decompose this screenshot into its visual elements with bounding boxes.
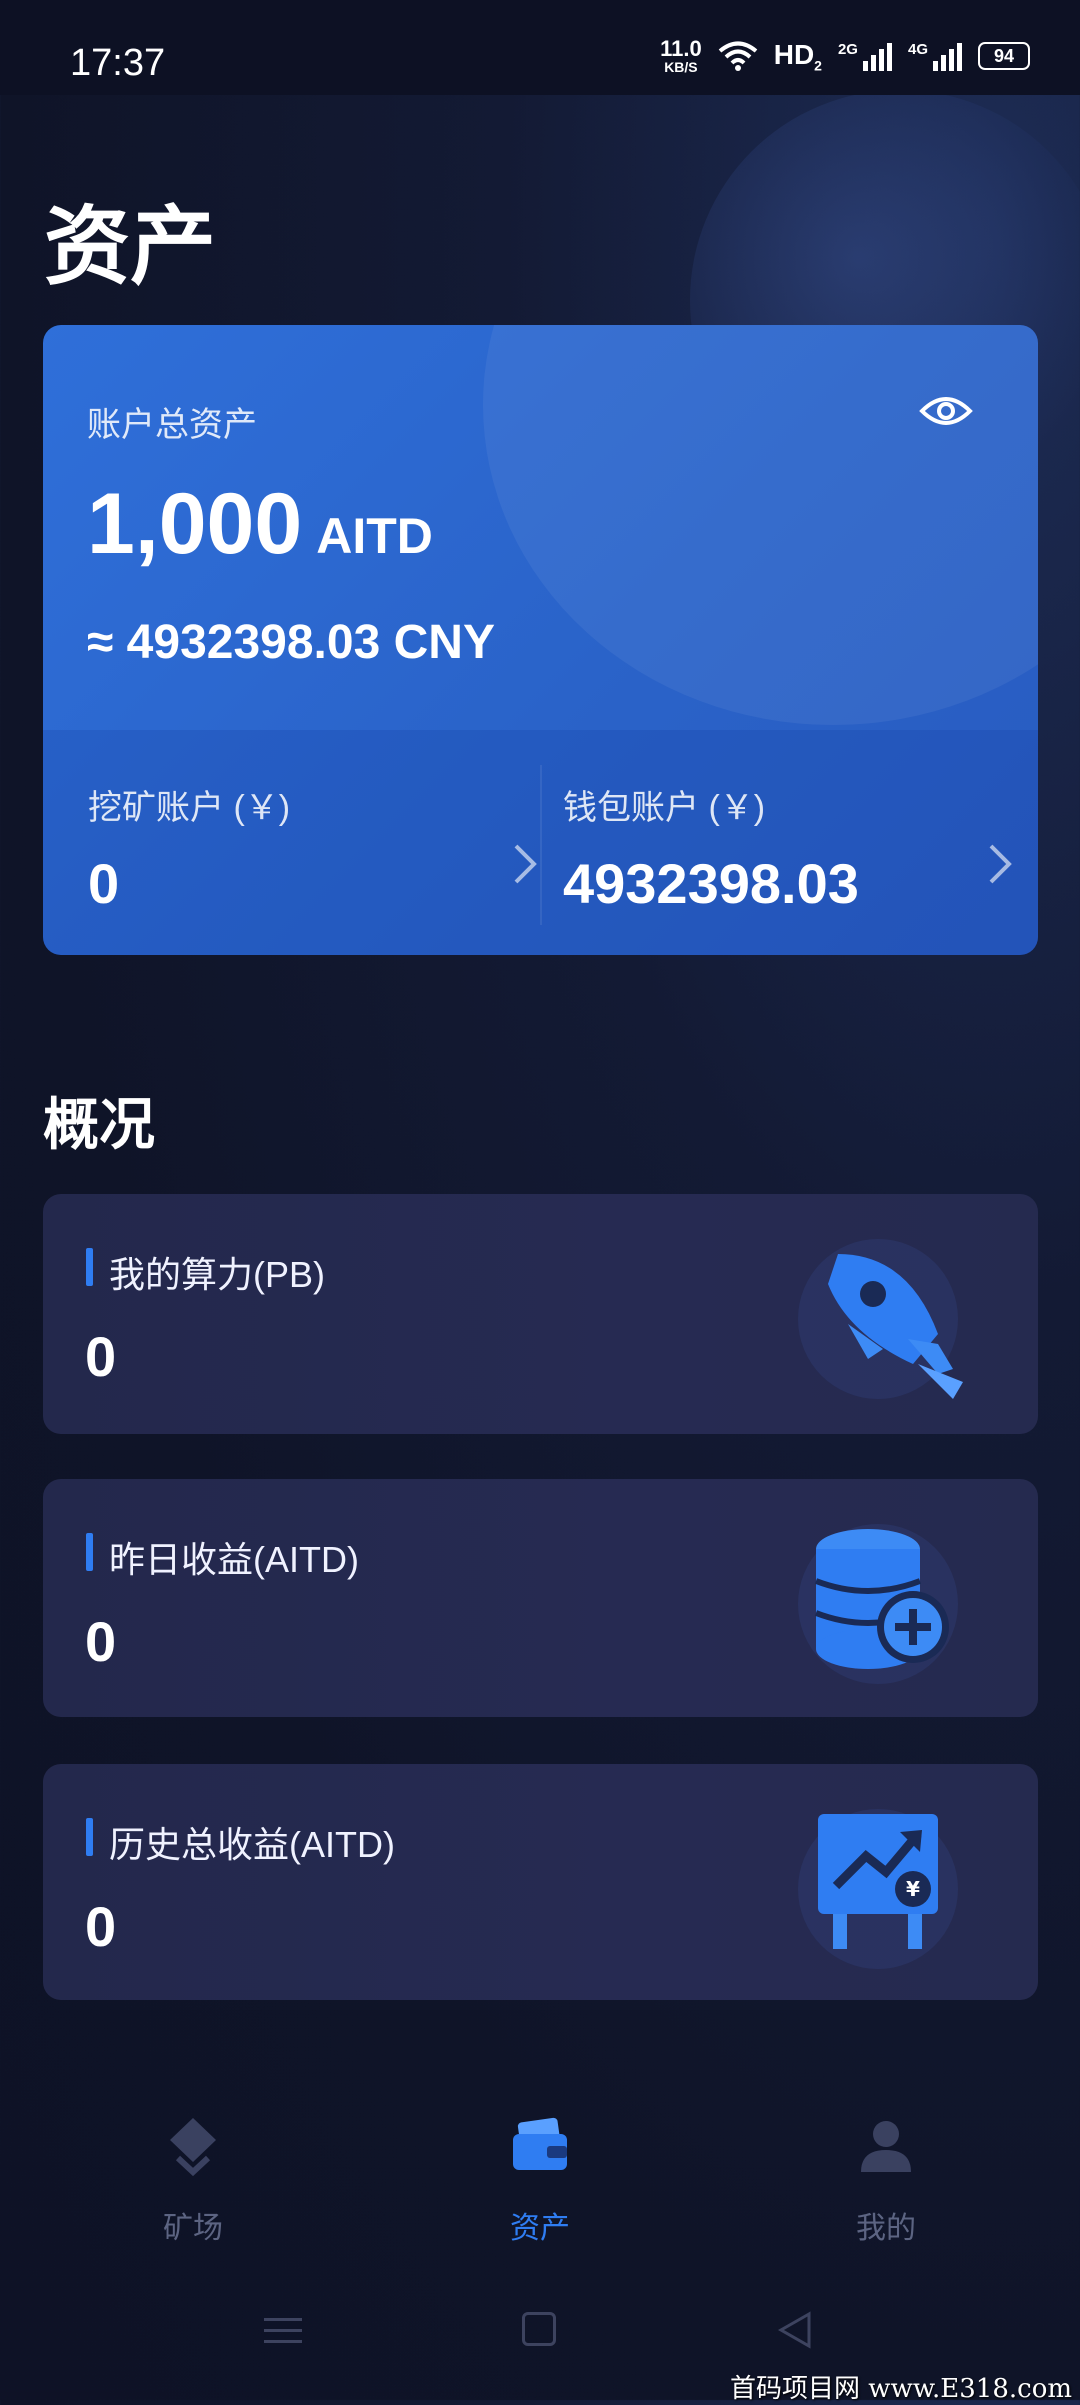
signal-2g-icon: 2G bbox=[838, 41, 892, 71]
hashrate-card: 我的算力(PB) 0 bbox=[43, 1194, 1038, 1434]
rocket-icon bbox=[798, 1239, 963, 1399]
nav-label-mining: 矿场 bbox=[163, 2212, 223, 2245]
accent-bar bbox=[86, 1533, 93, 1571]
page-title: 资产 bbox=[44, 199, 216, 295]
home-button-icon[interactable] bbox=[522, 2312, 556, 2346]
accent-bar bbox=[86, 1248, 93, 1286]
system-navigation-bar bbox=[0, 2290, 1080, 2370]
total-earnings-card: 历史总收益(AITD) 0 ¥ bbox=[43, 1764, 1038, 2000]
wallet-account-link[interactable]: 钱包账户 (￥) 4932398.03 bbox=[563, 780, 1038, 920]
menu-icon[interactable] bbox=[264, 2316, 302, 2346]
network-speed-value: 11.0 bbox=[660, 36, 702, 61]
network-speed: 11.0 KB/S bbox=[660, 36, 702, 75]
watermark: 首码项目网 www.E318.com bbox=[730, 2374, 1072, 2404]
total-earnings-label: 历史总收益(AITD) bbox=[109, 1824, 395, 1865]
coin-stack-icon bbox=[798, 1524, 958, 1684]
hashrate-label: 我的算力(PB) bbox=[109, 1254, 326, 1295]
bottom-navigation: 矿场 资产 我的 bbox=[0, 2080, 1080, 2260]
total-assets-label: 账户总资产 bbox=[87, 406, 257, 444]
total-earnings-value: 0 bbox=[85, 1895, 117, 1958]
total-assets-amount: 1,000 AITD bbox=[87, 475, 433, 574]
network-speed-unit: KB/S bbox=[664, 59, 698, 75]
mining-account-value: 0 bbox=[88, 852, 120, 915]
nav-tab-profile[interactable]: 我的 bbox=[786, 2110, 986, 2247]
total-assets-unit: AITD bbox=[316, 508, 433, 564]
overview-title: 概况 bbox=[43, 1093, 155, 1156]
status-time: 17:37 bbox=[70, 42, 166, 84]
wallet-account-label: 钱包账户 (￥) bbox=[563, 789, 766, 827]
eye-icon[interactable] bbox=[919, 393, 973, 429]
signal-4g-label: 4G bbox=[907, 41, 928, 58]
hd-indicator: HD2 bbox=[774, 39, 822, 74]
mining-account-label: 挖矿账户 (￥) bbox=[88, 789, 291, 827]
accent-bar bbox=[86, 1818, 93, 1856]
mining-account-link[interactable]: 挖矿账户 (￥) 0 bbox=[88, 780, 568, 920]
yesterday-earnings-card: 昨日收益(AITD) 0 bbox=[43, 1479, 1038, 1717]
nav-tab-mining[interactable]: 矿场 bbox=[93, 2110, 293, 2247]
signal-2g-label: 2G bbox=[837, 41, 858, 58]
yesterday-earnings-value: 0 bbox=[85, 1610, 117, 1673]
profile-icon bbox=[861, 2121, 911, 2172]
total-assets-value: 1,000 bbox=[87, 476, 303, 572]
cny-equivalent: ≈ 4932398.03 CNY bbox=[87, 616, 495, 669]
battery-level: 94 bbox=[993, 45, 1015, 66]
yesterday-earnings-label: 昨日收益(AITD) bbox=[109, 1539, 359, 1580]
wallet-account-value: 4932398.03 bbox=[563, 852, 859, 915]
chevron-right-icon bbox=[514, 844, 537, 884]
nav-label-assets: 资产 bbox=[510, 2212, 570, 2245]
status-bar: 17:37 11.0 KB/S HD2 2G 4G 94 bbox=[0, 0, 1080, 95]
hd-label: HD bbox=[773, 38, 815, 70]
battery-icon: 94 bbox=[978, 42, 1030, 70]
wifi-icon bbox=[718, 41, 757, 71]
wallet-icon bbox=[513, 2117, 567, 2170]
mining-field-icon bbox=[170, 2118, 216, 2177]
hd-sub: 2 bbox=[814, 57, 822, 74]
signal-4g-icon: 4G bbox=[908, 41, 962, 71]
growth-chart-icon: ¥ bbox=[798, 1809, 958, 1969]
hashrate-value: 0 bbox=[85, 1325, 117, 1388]
svg-text:¥: ¥ bbox=[906, 1877, 920, 1901]
chevron-right-icon bbox=[989, 844, 1012, 884]
status-icons: 11.0 KB/S HD2 2G 4G 94 bbox=[660, 38, 1030, 74]
nav-label-profile: 我的 bbox=[856, 2212, 916, 2245]
back-icon[interactable] bbox=[775, 2310, 815, 2350]
total-assets-card: 账户总资产 1,000 AITD ≈ 4932398.03 CNY 挖矿账户 (… bbox=[43, 325, 1038, 955]
nav-tab-assets[interactable]: 资产 bbox=[440, 2110, 640, 2247]
